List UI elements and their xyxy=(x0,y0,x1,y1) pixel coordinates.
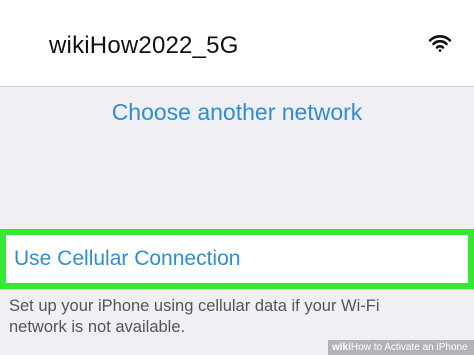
network-name: wikiHow2022_5G xyxy=(49,32,239,59)
choose-another-network-link[interactable]: Choose another network xyxy=(0,99,474,126)
use-cellular-connection-button[interactable]: Use Cellular Connection xyxy=(0,229,474,289)
wifi-icon xyxy=(428,35,452,52)
cellular-description: Set up your iPhone using cellular data i… xyxy=(9,297,380,336)
watermark-brand: wiki xyxy=(332,342,351,353)
watermark: wikiHow to Activate an iPhone xyxy=(328,340,474,355)
watermark-title: How to Activate an iPhone xyxy=(350,342,468,353)
wifi-network-row[interactable]: wikiHow2022_5G xyxy=(0,0,474,87)
use-cellular-connection-label: Use Cellular Connection xyxy=(14,247,241,270)
